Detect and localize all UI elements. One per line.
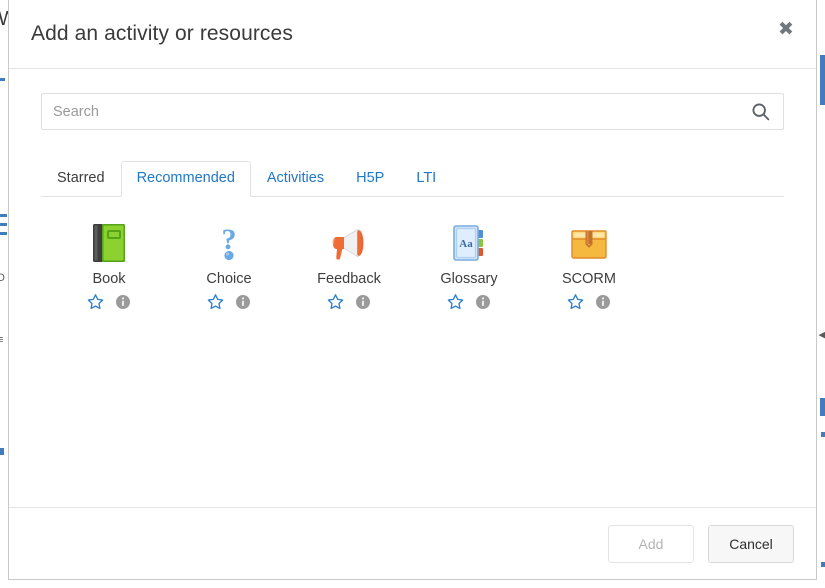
tab-lti[interactable]: LTI [400,161,452,196]
background-accent-fragment [821,562,825,567]
card-actions [207,293,251,310]
add-activity-modal: Add an activity or resources ✖ Starred R… [8,0,817,580]
megaphone-icon [327,221,371,265]
question-mark-icon: ? [207,221,251,265]
tab-h5p[interactable]: H5P [340,161,400,196]
modal-footer: Add Cancel [9,507,816,579]
activity-card-book[interactable]: Book [49,221,169,310]
info-circle-icon[interactable] [235,294,251,310]
glossary-card-icon: Aa [447,221,491,265]
activity-card-feedback[interactable]: Feedback [289,221,409,310]
star-outline-icon[interactable] [327,293,344,310]
activity-grid: Book ? [41,221,784,310]
page-title: Add an activity or resources [31,22,293,46]
tab-starred[interactable]: Starred [41,161,121,196]
activity-label: Book [92,271,125,288]
activity-label: Glossary [440,271,497,288]
add-button[interactable]: Add [608,525,694,563]
close-icon[interactable]: ✖ [773,16,799,42]
search-input[interactable] [41,93,784,130]
info-circle-icon[interactable] [355,294,371,310]
book-icon [87,221,131,265]
star-outline-icon[interactable] [87,293,104,310]
background-accent-fragment [0,78,5,81]
search-container [41,93,784,130]
background-text-fragment: ≡ [0,334,3,346]
card-actions [447,293,491,310]
activity-label: SCORM [562,271,616,288]
activity-card-glossary[interactable]: Aa Glossary [409,221,529,310]
background-text-fragment: ◀ [819,328,825,341]
card-actions [87,293,131,310]
background-accent-fragment [820,55,825,105]
package-box-icon [567,221,611,265]
activity-card-scorm[interactable]: SCORM [529,221,649,310]
activity-label: Feedback [317,271,381,288]
star-outline-icon[interactable] [567,293,584,310]
background-accent-fragment [0,223,7,226]
background-accent-fragment [821,432,825,437]
activity-label: Choice [206,271,251,288]
background-accent-fragment [0,448,4,455]
tab-bar: Starred Recommended Activities H5P LTI [41,161,784,197]
cancel-button[interactable]: Cancel [708,525,794,563]
info-circle-icon[interactable] [595,294,611,310]
background-accent-fragment [0,214,7,217]
modal-header: Add an activity or resources ✖ [9,0,816,69]
card-actions [327,293,371,310]
background-accent-fragment [0,232,7,235]
star-outline-icon[interactable] [207,293,224,310]
svg-text:Aa: Aa [459,238,473,250]
tab-activities[interactable]: Activities [251,161,340,196]
background-accent-fragment [820,398,825,416]
modal-body: Starred Recommended Activities H5P LTI [9,69,816,507]
activity-card-choice[interactable]: ? Choice [169,221,289,310]
info-circle-icon[interactable] [475,294,491,310]
star-outline-icon[interactable] [447,293,464,310]
background-text-fragment: D [0,272,5,284]
tab-recommended[interactable]: Recommended [121,161,251,197]
card-actions [567,293,611,310]
info-circle-icon[interactable] [115,294,131,310]
